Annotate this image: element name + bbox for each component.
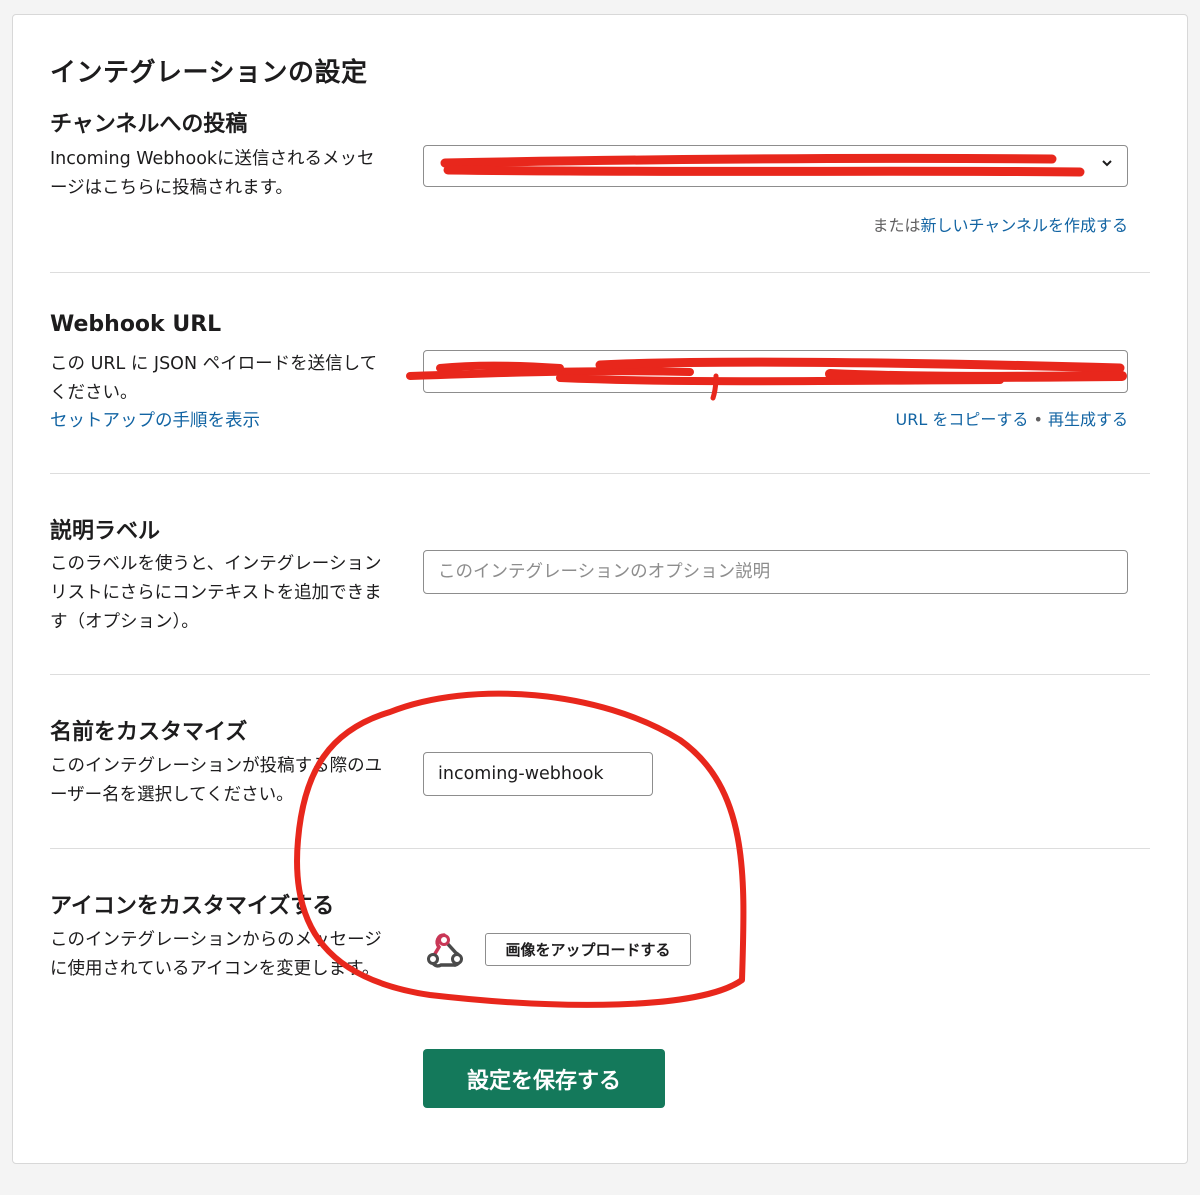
divider: [50, 272, 1150, 273]
divider: [50, 848, 1150, 849]
divider: [50, 674, 1150, 675]
description-label-input[interactable]: [423, 550, 1128, 594]
create-channel-prefix: または: [872, 216, 921, 235]
channel-section-title: チャンネルへの投稿: [50, 112, 248, 137]
webhook-actions-row: URL をコピーする • 再生成する: [896, 406, 1128, 430]
icon-section-description: このインテグレーションからのメッセージに使用されているアイコンを変更します。: [50, 930, 382, 979]
upload-image-button[interactable]: 画像をアップロードする: [485, 933, 691, 966]
copy-url-link[interactable]: URL をコピーする: [896, 410, 1029, 429]
divider: [50, 473, 1150, 474]
webhook-url-field[interactable]: [423, 350, 1128, 393]
icon-section-title: アイコンをカスタマイズする: [50, 894, 335, 919]
page-title: インテグレーションの設定: [50, 58, 368, 88]
username-input[interactable]: [423, 752, 653, 796]
label-section-description: このラベルを使うと、インテグレーションリストにさらにコンテキストを追加できます（…: [50, 554, 382, 632]
chevron-down-icon: [1101, 157, 1113, 173]
save-settings-button[interactable]: 設定を保存する: [423, 1049, 665, 1108]
webhook-section-description: この URL に JSON ペイロードを送信してください。: [50, 354, 378, 403]
channel-section-description: Incoming Webhookに送信されるメッセージはこちらに投稿されます。: [50, 149, 375, 198]
create-channel-row: または新しいチャンネルを作成する: [872, 212, 1128, 236]
create-channel-link[interactable]: 新しいチャンネルを作成する: [920, 216, 1128, 235]
channel-select[interactable]: [423, 145, 1128, 187]
regenerate-link[interactable]: 再生成する: [1048, 410, 1128, 429]
webhook-icon: [422, 927, 466, 971]
label-section-title: 説明ラベル: [50, 519, 161, 544]
name-section-description: このインテグレーションが投稿する際のユーザー名を選択してください。: [50, 756, 383, 805]
setup-steps-row: セットアップの手順を表示: [50, 407, 386, 436]
webhook-section-title: Webhook URL: [50, 312, 222, 337]
setup-steps-link[interactable]: セットアップの手順を表示: [50, 411, 260, 431]
name-section-title: 名前をカスタマイズ: [50, 720, 248, 745]
link-separator: •: [1033, 410, 1043, 429]
